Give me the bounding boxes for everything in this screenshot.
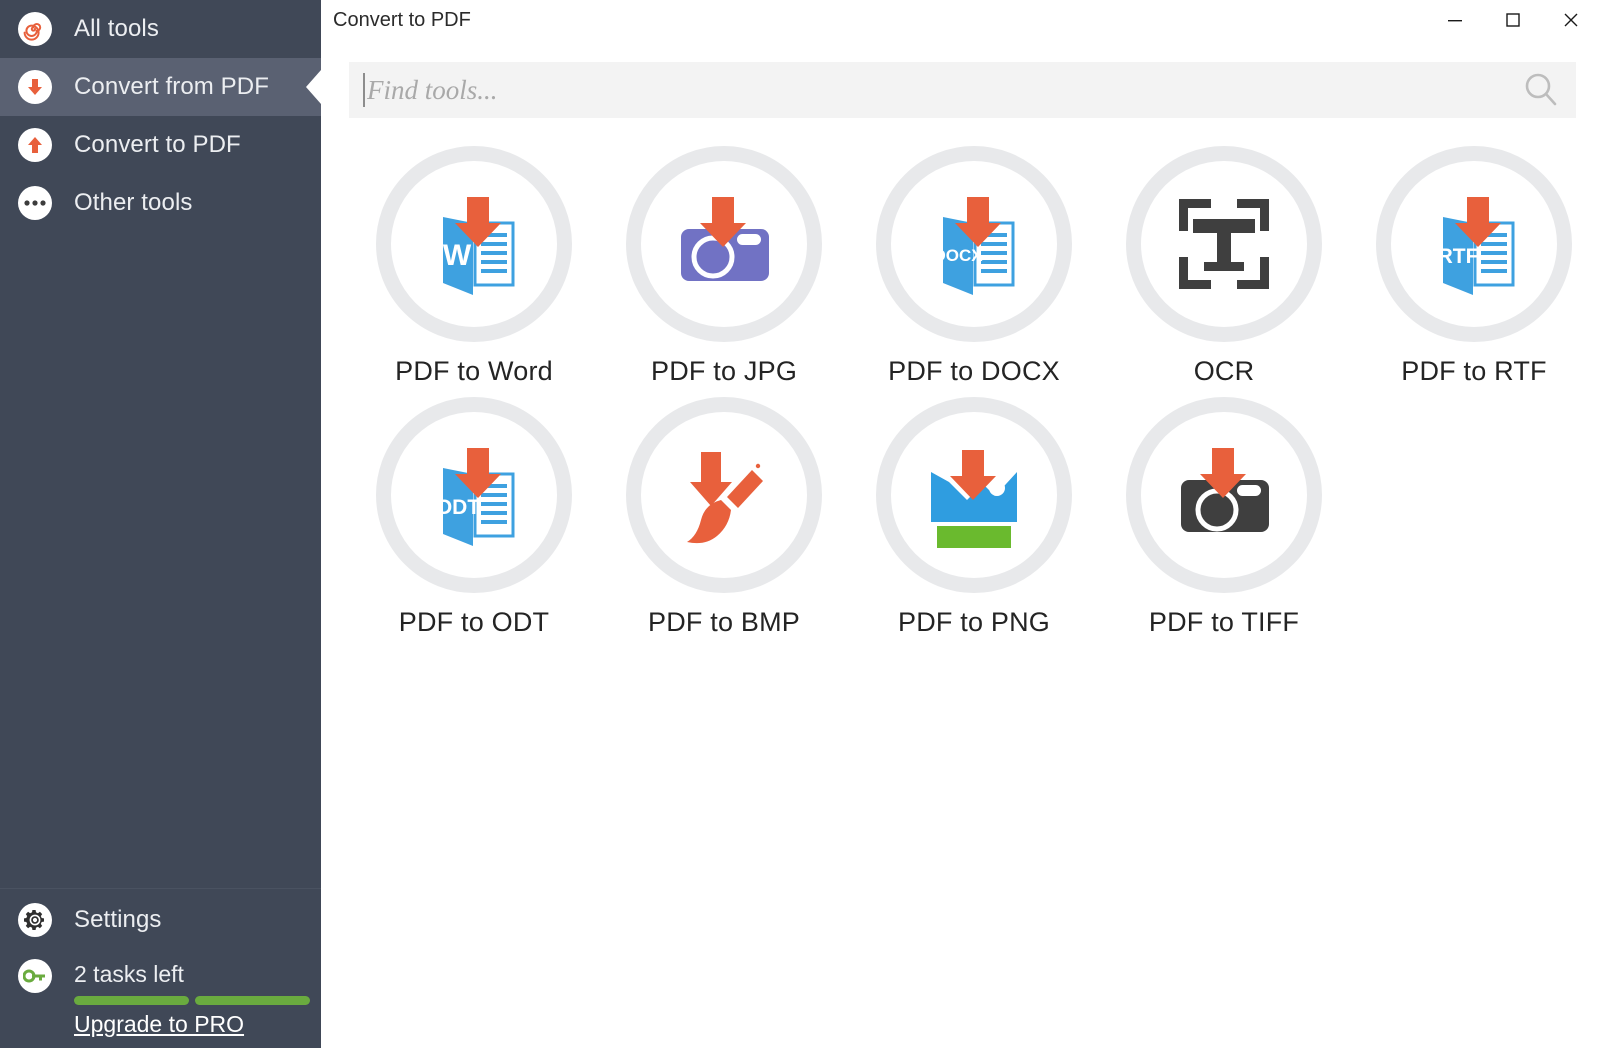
sidebar-item-label: Convert to PDF: [74, 131, 241, 158]
sidebar: All tools Convert from PDF Convert to PD…: [0, 0, 321, 1048]
pdf-to-word-icon: W: [443, 197, 515, 295]
sidebar-item-other-tools[interactable]: Other tools: [0, 174, 321, 232]
svg-text:ODT: ODT: [436, 496, 481, 519]
search-area: [321, 40, 1600, 118]
tool-label: PDF to BMP: [647, 607, 801, 637]
tool-pdf-to-odt[interactable]: ODT PDF to ODT: [349, 387, 599, 638]
tool-label: OCR: [1193, 356, 1255, 386]
tool-label: PDF to TIFF: [1148, 607, 1300, 637]
tool-pdf-to-rtf[interactable]: RTF PDF to RTF: [1349, 136, 1599, 387]
spiral-icon: [18, 12, 52, 46]
settings-label: Settings: [74, 906, 162, 933]
close-button[interactable]: [1542, 0, 1600, 40]
tool-icon-ring: W: [376, 146, 572, 342]
tool-icon-ring: [626, 397, 822, 593]
ocr-icon: [1179, 199, 1269, 289]
arrow-up-icon: [18, 128, 52, 162]
tool-icon-ring: RTF: [1376, 146, 1572, 342]
tool-ocr[interactable]: OCR: [1099, 136, 1349, 387]
sidebar-item-convert-from-pdf[interactable]: Convert from PDF: [0, 58, 321, 116]
tool-pdf-to-bmp[interactable]: PDF to BMP: [599, 387, 849, 638]
active-indicator-notch: [306, 70, 321, 104]
pdf-to-jpg-icon: [681, 197, 769, 281]
tool-icon-ring: [1126, 397, 1322, 593]
search-bar[interactable]: [349, 62, 1576, 118]
pdf-to-bmp-icon: [687, 452, 763, 544]
search-input[interactable]: [367, 63, 1506, 117]
title-bar: Convert to PDF: [321, 0, 1600, 40]
text-caret: [363, 73, 365, 107]
tool-icon-ring: [626, 146, 822, 342]
tool-label: PDF to Word: [395, 356, 553, 386]
app-window: All tools Convert from PDF Convert to PD…: [0, 0, 1600, 1048]
tool-pdf-to-jpg[interactable]: PDF to JPG: [599, 136, 849, 387]
tool-pdf-to-tiff[interactable]: PDF to TIFF: [1099, 387, 1349, 638]
tool-icon-ring: DOCX: [876, 146, 1072, 342]
page-title: Convert to PDF: [333, 8, 471, 31]
window-controls: [1426, 0, 1600, 40]
sidebar-item-label: All tools: [74, 15, 159, 42]
tool-pdf-to-png[interactable]: PDF to PNG: [849, 387, 1099, 638]
minimize-button[interactable]: [1426, 0, 1484, 40]
svg-text:W: W: [443, 239, 472, 272]
tasks-block: 2 tasks left Upgrade to PRO: [0, 951, 321, 1038]
tasks-left-label: 2 tasks left: [74, 961, 184, 987]
svg-text:RTF: RTF: [1438, 245, 1479, 268]
main-panel: Convert to PDF Find tools... W PDF to Wo…: [321, 0, 1600, 1048]
tool-label: PDF to PNG: [897, 607, 1051, 637]
sidebar-item-all-tools[interactable]: All tools: [0, 0, 321, 58]
pdf-to-tiff-icon: [1181, 448, 1269, 532]
tools-grid: W PDF to Word PDF to JPG DOCX PDF to DOC…: [321, 118, 1600, 638]
pdf-to-docx-icon: DOCX: [933, 197, 1015, 295]
search-icon[interactable]: [1506, 69, 1576, 111]
maximize-button[interactable]: [1484, 0, 1542, 40]
progress-segment: [195, 996, 310, 1005]
tool-label: PDF to DOCX: [888, 356, 1060, 386]
sidebar-item-settings[interactable]: Settings: [0, 889, 321, 951]
tool-icon-ring: [1126, 146, 1322, 342]
tool-label: PDF to JPG: [650, 356, 798, 386]
tool-label: PDF to ODT: [398, 607, 550, 637]
tasks-info: 2 tasks left Upgrade to PRO: [74, 959, 310, 1038]
tasks-progress-bar: [74, 996, 310, 1005]
svg-text:DOCX: DOCX: [933, 246, 983, 265]
sidebar-bottom: Settings 2 tasks left Upgrade to PRO: [0, 889, 321, 1048]
tool-pdf-to-docx[interactable]: DOCX PDF to DOCX: [849, 136, 1099, 387]
sidebar-item-label: Convert from PDF: [74, 73, 269, 100]
ellipsis-icon: [18, 186, 52, 220]
progress-segment: [74, 996, 189, 1005]
sidebar-item-convert-to-pdf[interactable]: Convert to PDF: [0, 116, 321, 174]
pdf-to-png-icon: [931, 450, 1017, 548]
pdf-to-odt-icon: ODT: [436, 448, 515, 546]
pdf-to-rtf-icon: RTF: [1438, 197, 1515, 295]
arrow-down-icon: [18, 70, 52, 104]
upgrade-to-pro-link[interactable]: Upgrade to PRO: [74, 1011, 310, 1038]
gear-icon: [18, 903, 52, 937]
tool-icon-ring: [876, 397, 1072, 593]
key-icon: [18, 959, 52, 993]
tool-label: PDF to RTF: [1401, 356, 1547, 386]
sidebar-item-label: Other tools: [74, 189, 193, 216]
tool-pdf-to-word[interactable]: W PDF to Word: [349, 136, 599, 387]
sidebar-nav: All tools Convert from PDF Convert to PD…: [0, 0, 321, 232]
tool-icon-ring: ODT: [376, 397, 572, 593]
